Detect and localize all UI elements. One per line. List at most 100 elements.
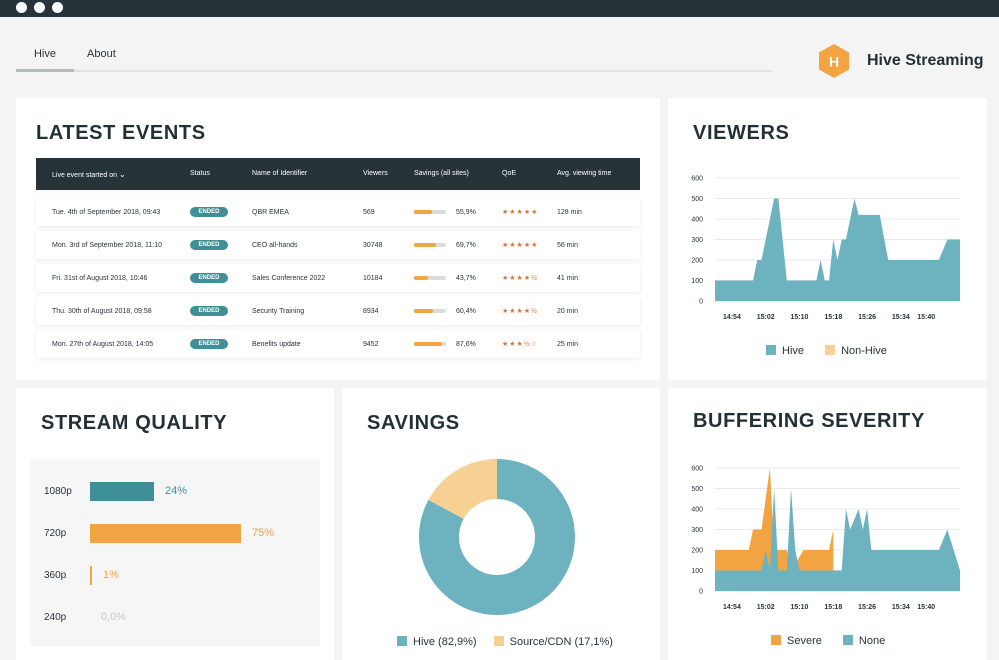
y-tick-label: 500: [691, 196, 703, 203]
quality-label: 360p: [44, 570, 67, 581]
hive-logo-icon: H: [819, 44, 849, 78]
x-tick-label: 14:54: [723, 604, 741, 611]
y-tick-label: 200: [691, 258, 703, 265]
qoe-stars: ★★★½☆: [502, 341, 538, 348]
window-control-minimize-icon[interactable]: [34, 2, 45, 13]
col-name: Name of Identifier: [252, 170, 308, 177]
savings-bar: [414, 309, 446, 313]
tab-hive[interactable]: Hive: [16, 48, 74, 60]
latest-events-card: LATEST EVENTS Live event started on ⌄ St…: [16, 98, 660, 380]
savings-bar-fill: [414, 309, 434, 313]
event-savings: 55,9%: [456, 209, 476, 216]
x-tick-label: 15:40: [917, 604, 935, 611]
event-savings: 43,7%: [456, 275, 476, 282]
events-table-header: Live event started on ⌄ Status Name of I…: [36, 158, 640, 190]
legend-swatch: [766, 345, 776, 355]
buffering-title: BUFFERING SEVERITY: [693, 410, 925, 432]
quality-value: 0,0%: [101, 611, 127, 623]
event-date: Tue. 4th of September 2018, 09:43: [52, 209, 161, 216]
x-tick-label: 15:34: [892, 314, 910, 321]
window-control-close-icon[interactable]: [16, 2, 27, 13]
event-avg-time: 56 min: [557, 242, 579, 249]
y-tick-label: 400: [691, 507, 703, 514]
savings-donut-chart: [419, 459, 575, 615]
x-tick-label: 15:02: [757, 314, 775, 321]
x-tick-label: 15:26: [858, 314, 876, 321]
legend-item-severe[interactable]: Severe: [771, 635, 822, 647]
stream-quality-title: STREAM QUALITY: [41, 412, 228, 434]
viewers-card: VIEWERS 0 100 200 300 400 500 600 14:54 15:02 15:…: [668, 98, 987, 380]
savings-legend: Hive (82,9%) Source/CDN (17,1%): [397, 636, 613, 648]
event-name: CEO all-hands: [252, 242, 298, 249]
series-area-hive: [715, 198, 960, 301]
event-avg-time: 41 min: [557, 275, 579, 282]
status-badge: ENDED: [190, 339, 228, 349]
viewers-chart: 0 100 200 300 400 500 600 14:54 15:02 15:10 15:18 1…: [691, 176, 960, 321]
y-tick-label: 0: [699, 589, 703, 596]
x-tick-label: 15:34: [892, 604, 910, 611]
stream-quality-bars: 1080p 24% 720p 75% 360p 1% 240p 0,0%: [30, 459, 320, 646]
qoe-stars: ★★★★★: [502, 209, 539, 216]
x-tick-label: 15:18: [824, 314, 842, 321]
stream-quality-card: STREAM QUALITY 1080p 24% 720p 75% 360p 1% 240p…: [16, 388, 334, 660]
savings-bar-fill: [414, 276, 428, 280]
legend-item-hive[interactable]: Hive: [766, 345, 804, 357]
legend-swatch: [397, 636, 407, 646]
y-tick-label: 0: [699, 299, 703, 306]
status-badge: ENDED: [190, 306, 228, 316]
savings-bar: [414, 210, 446, 214]
status-badge: ENDED: [190, 207, 228, 217]
event-date: Fri. 31st of August 2018, 10:46: [52, 275, 148, 282]
event-avg-time: 25 min: [557, 341, 579, 348]
x-tick-label: 15:18: [824, 604, 842, 611]
y-tick-label: 500: [691, 486, 703, 493]
event-viewers: 569: [363, 209, 375, 216]
quality-value: 24%: [165, 485, 188, 497]
event-savings: 60,4%: [456, 308, 476, 315]
latest-events-title: LATEST EVENTS: [36, 122, 206, 144]
logo-letter: H: [829, 54, 839, 70]
status-badge: ENDED: [190, 240, 228, 250]
x-tick-label: 15:40: [917, 314, 935, 321]
window-titlebar: [0, 0, 999, 17]
legend-item-non-hive[interactable]: Non-Hive: [825, 345, 887, 357]
qoe-stars: ★★★★½: [502, 308, 538, 315]
buffering-legend: Severe None: [771, 635, 885, 647]
quality-label: 1080p: [44, 486, 72, 497]
event-savings: 87,6%: [456, 341, 476, 348]
savings-bar-fill: [414, 342, 443, 346]
table-row[interactable]: Thu. 30th of August 2018, 09:58 ENDED Secu…: [36, 297, 640, 325]
col-status: Status: [190, 170, 210, 177]
event-date: Mon. 27th of August 2018, 14:05: [52, 341, 154, 348]
table-row[interactable]: Mon. 27th of August 2018, 14:05 ENDED Bene…: [36, 330, 640, 358]
qoe-stars: ★★★★★: [502, 242, 539, 249]
x-tick-label: 15:26: [858, 604, 876, 611]
x-tick-label: 14:54: [723, 314, 741, 321]
table-row[interactable]: Tue. 4th of September 2018, 09:43 ENDED QB…: [36, 198, 640, 226]
quality-label: 720p: [44, 528, 67, 539]
buffering-chart: 0 100 200 300 400 500 600 14:54 15:02 15:10 15:18 1…: [691, 466, 960, 611]
y-tick-label: 300: [691, 527, 703, 534]
legend-swatch: [825, 345, 836, 355]
event-avg-time: 20 min: [557, 308, 579, 315]
legend-item-hive[interactable]: Hive (82,9%): [397, 636, 477, 648]
table-row[interactable]: Mon. 3rd of September 2018, 11:10 ENDED CE…: [36, 231, 640, 259]
legend-swatch: [771, 635, 781, 645]
col-savings: Savings (all sites): [414, 170, 469, 177]
table-row[interactable]: Fri. 31st of August 2018, 10:46 ENDED Sale…: [36, 264, 640, 292]
legend-swatch: [842, 635, 853, 645]
col-started-on[interactable]: Live event started on ⌄: [52, 170, 126, 179]
x-tick-label: 15:02: [757, 604, 775, 611]
event-viewers: 10184: [363, 275, 383, 282]
y-tick-label: 600: [691, 176, 703, 183]
legend-item-source-cdn[interactable]: Source/CDN (17,1%): [493, 636, 613, 648]
legend-item-none[interactable]: None: [842, 635, 885, 647]
col-viewers: Viewers: [363, 170, 388, 177]
y-tick-label: 300: [691, 237, 703, 244]
y-tick-label: 400: [691, 217, 703, 224]
window-control-maximize-icon[interactable]: [52, 2, 63, 13]
top-nav: Hive About: [16, 44, 772, 72]
quality-value: 75%: [252, 527, 275, 539]
tab-about[interactable]: About: [87, 48, 116, 60]
status-badge: ENDED: [190, 273, 228, 283]
